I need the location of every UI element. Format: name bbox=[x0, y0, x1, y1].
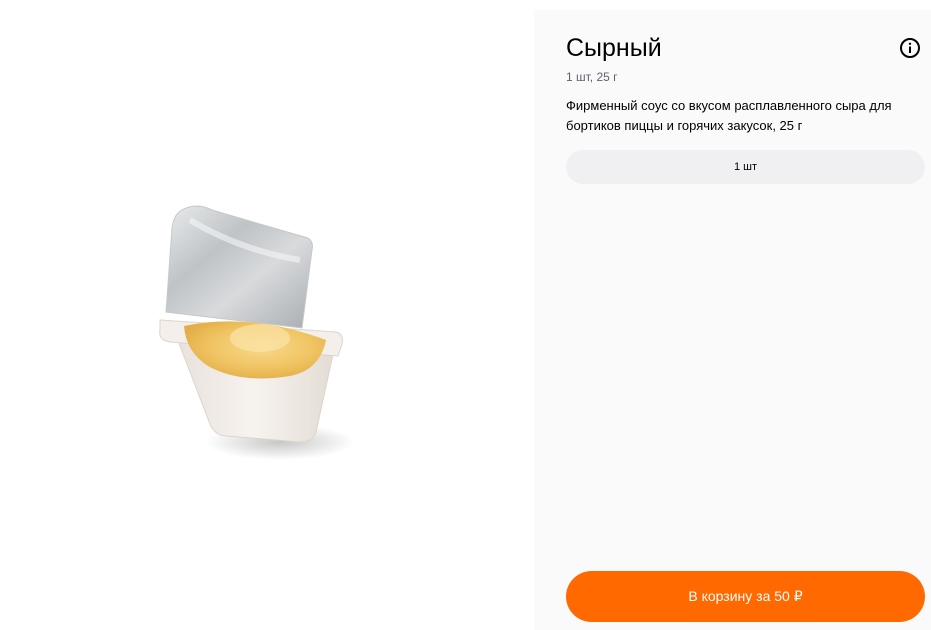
product-modal: Сырный 1 шт, 25 г Фирменный соус со вкус… bbox=[0, 0, 931, 630]
product-title: Сырный bbox=[566, 34, 662, 62]
size-option-1[interactable]: 1 шт bbox=[722, 157, 769, 177]
info-icon bbox=[900, 38, 920, 58]
add-to-cart-button[interactable]: В корзину за 50 ₽ bbox=[566, 571, 925, 622]
info-button[interactable] bbox=[898, 36, 922, 60]
product-image-area bbox=[0, 0, 534, 630]
product-description: Фирменный соус со вкусом расплавленного … bbox=[566, 98, 892, 133]
size-selector: 1 шт bbox=[566, 150, 925, 184]
product-details-panel: Сырный 1 шт, 25 г Фирменный соус со вкус… bbox=[534, 10, 931, 630]
cheese-sauce-cup-image bbox=[159, 205, 355, 460]
product-meta: 1 шт, 25 г bbox=[566, 70, 618, 84]
